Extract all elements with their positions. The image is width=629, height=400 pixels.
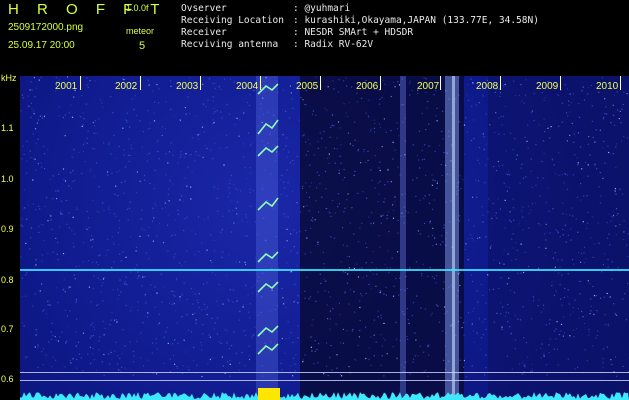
meteor-echo bbox=[257, 325, 279, 337]
minute-marker bbox=[560, 76, 561, 90]
minute-marker bbox=[440, 76, 441, 90]
meteor-echo bbox=[257, 343, 279, 355]
year-label: 2009 bbox=[536, 81, 559, 92]
meteor-echo bbox=[257, 197, 279, 211]
minute-marker bbox=[380, 76, 381, 90]
spectrogram: 2001 2002 2003 2004 2005 2006 2007 2008 … bbox=[20, 76, 629, 400]
minute-marker bbox=[260, 76, 261, 90]
meteor-echo bbox=[257, 281, 279, 293]
axis-tick: 0.6 bbox=[1, 374, 14, 384]
year-band: 2001 2002 2003 2004 2005 2006 2007 2008 … bbox=[20, 76, 629, 92]
minute-marker bbox=[200, 76, 201, 90]
year-label: 2001 bbox=[55, 81, 78, 92]
info-row-observer: Ovserver: @yuhmari bbox=[181, 3, 351, 14]
year-label: 2002 bbox=[115, 81, 138, 92]
axis-tick: 0.7 bbox=[1, 324, 14, 334]
station-info: Ovserver: @yuhmari Receiving Location: k… bbox=[181, 3, 539, 51]
frequency-axis: kHz 1.1 1.0 0.9 0.8 0.7 0.6 bbox=[0, 73, 20, 400]
info-row-antenna: Recviving antenna: Radix RV-62V bbox=[181, 39, 374, 50]
info-row-location: Receiving Location: kurashiki,Okayama,JA… bbox=[181, 15, 539, 26]
header: H R O F F T 1.0.0f 2509172000.png meteor… bbox=[0, 0, 629, 76]
year-label: 2005 bbox=[296, 81, 319, 92]
year-label: 2006 bbox=[356, 81, 379, 92]
meteor-burst bbox=[258, 388, 280, 400]
year-label: 2003 bbox=[176, 81, 199, 92]
date-label: 25.09.17 20:00 bbox=[8, 40, 75, 51]
trace-fill bbox=[20, 392, 629, 400]
axis-unit-label: kHz bbox=[1, 73, 17, 83]
meteor-count: 5 bbox=[139, 40, 146, 52]
info-row-receiver: Receiver: NESDR SMArt + HDSDR bbox=[181, 27, 414, 38]
year-label: 2007 bbox=[417, 81, 440, 92]
axis-tick: 0.9 bbox=[1, 224, 14, 234]
axis-tick: 0.8 bbox=[1, 275, 14, 285]
meteor-echo bbox=[257, 145, 279, 157]
noise-trace bbox=[20, 392, 629, 400]
minute-marker bbox=[620, 76, 621, 90]
minute-marker bbox=[140, 76, 141, 90]
meteor-echo bbox=[257, 251, 279, 263]
meteor-echo bbox=[257, 119, 279, 135]
axis-tick: 1.0 bbox=[1, 174, 14, 184]
meteor-echoes bbox=[257, 83, 279, 355]
minute-marker bbox=[80, 76, 81, 90]
minute-marker bbox=[320, 76, 321, 90]
axis-tick: 1.1 bbox=[1, 123, 14, 133]
year-label: 2008 bbox=[476, 81, 499, 92]
file-name: 2509172000.png bbox=[8, 22, 84, 33]
version-label: 1.0.0f bbox=[126, 3, 149, 13]
year-label: 2010 bbox=[596, 81, 619, 92]
year-label: 2004 bbox=[236, 81, 259, 92]
meteor-label: meteor bbox=[126, 26, 155, 36]
minute-marker bbox=[500, 76, 501, 90]
